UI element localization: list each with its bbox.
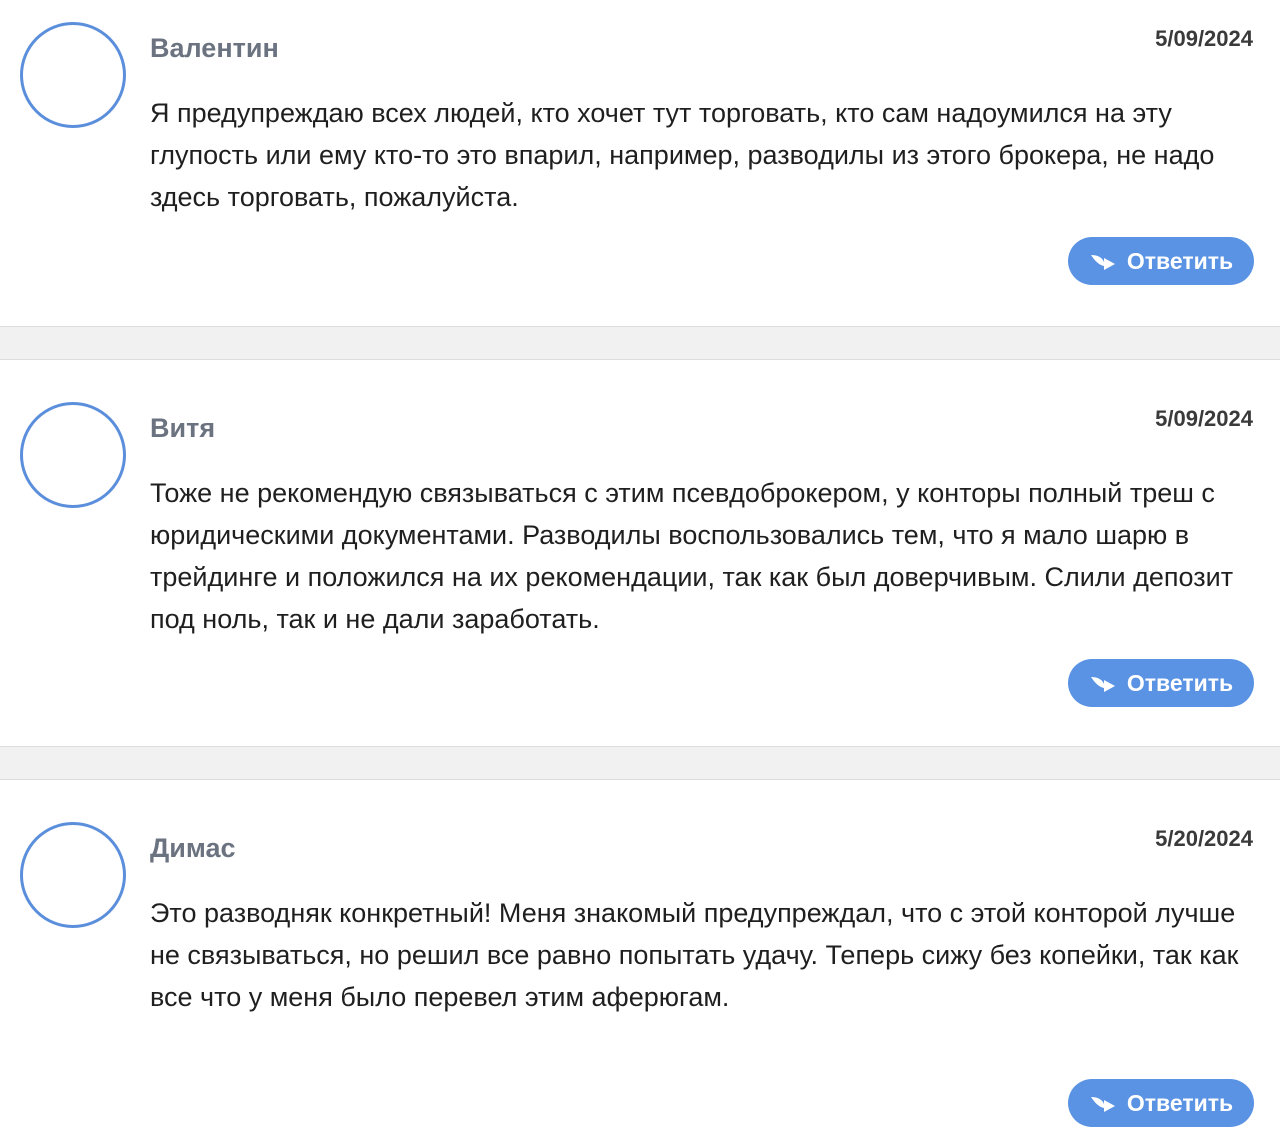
reply-button-label: Ответить (1126, 669, 1234, 696)
reply-button[interactable]: Ответить (1068, 237, 1254, 285)
reply-button[interactable]: Ответить (1068, 1079, 1254, 1127)
reply-arrow-icon (1090, 1097, 1115, 1112)
reply-arrow-icon (1090, 677, 1115, 692)
comment-author: Димас (150, 833, 236, 863)
comment-item: Димас 5/20/2024 Это разводняк конкретный… (0, 780, 1280, 1136)
reply-arrow-icon (1090, 255, 1115, 270)
reply-button[interactable]: Ответить (1068, 659, 1254, 707)
reply-button-label: Ответить (1126, 1089, 1234, 1116)
comment-date: 5/09/2024 (1155, 26, 1253, 51)
comment-item: Валентин 5/09/2024 Я предупреждаю всех л… (0, 0, 1280, 326)
comment-text: Это разводняк конкретный! Меня знакомый … (150, 898, 1239, 1012)
avatar (20, 402, 126, 508)
avatar (20, 822, 126, 928)
avatar (20, 22, 126, 128)
reply-button-label: Ответить (1126, 247, 1234, 274)
comment-date: 5/20/2024 (1155, 826, 1253, 851)
comment-text: Тоже не рекомендую связываться с этим пс… (150, 478, 1234, 634)
comment-separator (0, 326, 1280, 360)
comment-date: 5/09/2024 (1155, 406, 1253, 431)
comment-separator (0, 746, 1280, 780)
comment-list: Валентин 5/09/2024 Я предупреждаю всех л… (0, 0, 1280, 1136)
comment-author: Витя (150, 413, 216, 443)
comment-text: Я предупреждаю всех людей, кто хочет тут… (150, 98, 1215, 212)
comment-author: Валентин (150, 33, 279, 63)
comment-item: Витя 5/09/2024 Тоже не рекомендую связыв… (0, 360, 1280, 746)
